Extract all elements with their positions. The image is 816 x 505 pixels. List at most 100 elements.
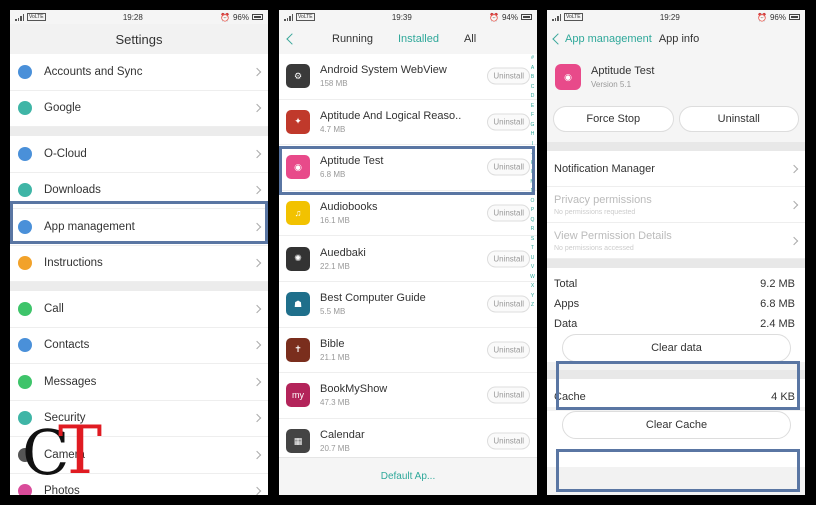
- settings-item-messages[interactable]: Messages: [10, 364, 268, 401]
- clear-data-button[interactable]: Clear data: [562, 334, 791, 362]
- chevron-right-icon: [252, 377, 262, 386]
- battery-percent: 96%: [232, 12, 249, 22]
- headphones-icon: ♫: [286, 201, 310, 226]
- alphabet-letter[interactable]: L: [530, 168, 535, 178]
- uninstall-button[interactable]: Uninstall: [487, 113, 530, 131]
- tab-running[interactable]: Running: [332, 33, 373, 45]
- app-list-item[interactable]: ☗ Best Computer Guide 5.5 MB Uninstall: [279, 281, 537, 328]
- status-bar: VoLTE 19:29 ⏰ 96%: [547, 10, 805, 24]
- app-list-item[interactable]: ◉ Aptitude Test 6.8 MB Uninstall: [279, 145, 537, 191]
- settings-item-label: Google: [44, 102, 82, 115]
- divider: [10, 282, 268, 291]
- app-list-item[interactable]: my BookMyShow 47.3 MB Uninstall: [279, 373, 537, 419]
- uninstall-button[interactable]: Uninstall: [487, 386, 530, 404]
- alphabet-letter[interactable]: O: [530, 197, 535, 207]
- divider: [547, 142, 805, 151]
- settings-item-o-cloud[interactable]: O-Cloud: [10, 136, 268, 173]
- uninstall-button[interactable]: Uninstall: [487, 67, 530, 85]
- info-row-privacy-permissions: Privacy permissions No permissions reques…: [547, 187, 805, 223]
- chevron-right-icon: [252, 104, 262, 113]
- settings-item-label: Contacts: [44, 339, 90, 352]
- settings-item-app-management[interactable]: App management: [10, 209, 268, 246]
- alphabet-index[interactable]: # A B C D E F G H I J K L M N O P Q R S T U V W X Y Z: [530, 54, 535, 311]
- back-icon[interactable]: [552, 33, 564, 45]
- alphabet-letter[interactable]: J: [530, 149, 535, 159]
- app-list-item[interactable]: ⚙ Android System WebView 158 MB Uninstall: [279, 54, 537, 100]
- alphabet-letter[interactable]: C: [530, 83, 535, 93]
- tab-installed[interactable]: Installed: [398, 33, 439, 45]
- chevron-right-icon: [252, 450, 262, 459]
- alphabet-letter[interactable]: S: [530, 235, 535, 245]
- uninstall-button[interactable]: Uninstall: [487, 250, 530, 268]
- app-list-item[interactable]: ✦ Aptitude And Logical Reaso.. 4.7 MB Unins…: [279, 99, 537, 146]
- page-title: App info: [658, 33, 700, 45]
- chevron-right-icon: [252, 186, 262, 195]
- app-name: Best Computer Guide: [320, 292, 426, 305]
- default-apps-button[interactable]: Default Ap...: [279, 457, 537, 495]
- alphabet-letter[interactable]: R: [530, 225, 535, 235]
- uninstall-button[interactable]: Uninstall: [487, 341, 530, 359]
- alphabet-letter[interactable]: B: [530, 73, 535, 83]
- storage-line: Apps 6.8 MB: [554, 294, 795, 314]
- alphabet-letter[interactable]: G: [530, 121, 535, 131]
- action-buttons: Force Stop Uninstall: [547, 100, 805, 142]
- aptitude-test-icon: ◉: [286, 155, 310, 180]
- storage-value: 2.4 MB: [760, 318, 795, 330]
- alphabet-letter[interactable]: E: [530, 102, 535, 112]
- alphabet-letter[interactable]: X: [530, 282, 535, 292]
- alphabet-letter[interactable]: A: [530, 64, 535, 74]
- alphabet-letter[interactable]: T: [530, 244, 535, 254]
- settings-item-contacts[interactable]: Contacts: [10, 328, 268, 364]
- app-info-header: App management App info: [547, 24, 805, 54]
- alphabet-letter[interactable]: I: [530, 140, 535, 150]
- info-row-notification-manager[interactable]: Notification Manager: [547, 151, 805, 187]
- alarm-icon: ⏰: [220, 12, 230, 22]
- breadcrumb[interactable]: App management: [565, 33, 652, 45]
- alphabet-letter[interactable]: Q: [530, 216, 535, 226]
- alphabet-letter[interactable]: #: [530, 54, 535, 64]
- uninstall-button[interactable]: Uninstall: [487, 432, 530, 450]
- settings-item-google[interactable]: Google: [10, 91, 268, 127]
- app-list-item[interactable]: ✺ Auedbaki 22.1 MB Uninstall: [279, 236, 537, 282]
- back-icon[interactable]: [286, 33, 298, 45]
- battery-percent: 94%: [501, 12, 518, 22]
- signal-icon: [284, 13, 293, 21]
- force-stop-button[interactable]: Force Stop: [553, 106, 674, 132]
- alarm-icon: ⏰: [757, 12, 767, 22]
- settings-group: Google: [10, 90, 268, 127]
- app-list-item[interactable]: ✝ Bible 21.1 MB Uninstall: [279, 327, 537, 374]
- settings-item-accounts-and-sync[interactable]: Accounts and Sync: [10, 54, 268, 91]
- settings-item-instructions[interactable]: Instructions: [10, 246, 268, 282]
- alphabet-letter[interactable]: N: [530, 187, 535, 197]
- uninstall-button[interactable]: Uninstall: [678, 106, 799, 132]
- alphabet-letter[interactable]: F: [530, 111, 535, 121]
- alphabet-letter[interactable]: P: [530, 206, 535, 216]
- alphabet-letter[interactable]: D: [530, 92, 535, 102]
- clear-cache-button[interactable]: Clear Cache: [562, 411, 791, 439]
- alphabet-letter[interactable]: H: [530, 130, 535, 140]
- info-row-subtitle: No permissions requested: [554, 208, 636, 216]
- uninstall-button[interactable]: Uninstall: [487, 158, 530, 176]
- signal-icon: [552, 13, 561, 21]
- cache-value: 4 KB: [771, 391, 795, 403]
- alphabet-letter[interactable]: K: [530, 159, 535, 169]
- settings-item-label: O-Cloud: [44, 147, 87, 160]
- alphabet-letter[interactable]: Y: [530, 292, 535, 302]
- alphabet-letter[interactable]: W: [530, 273, 535, 283]
- tab-all[interactable]: All: [464, 33, 476, 45]
- alphabet-letter[interactable]: V: [530, 263, 535, 273]
- settings-item-label: Accounts and Sync: [44, 65, 143, 78]
- alphabet-letter[interactable]: M: [530, 178, 535, 188]
- chevron-right-icon: [252, 414, 262, 423]
- storage-label: Total: [554, 278, 578, 290]
- alphabet-letter[interactable]: U: [530, 254, 535, 264]
- app-list-item[interactable]: ♫ Audiobooks 16.1 MB Uninstall: [279, 190, 537, 237]
- settings-item-call[interactable]: Call: [10, 291, 268, 328]
- settings-item-downloads[interactable]: Downloads: [10, 173, 268, 209]
- apps-icon: [18, 219, 32, 234]
- uninstall-button[interactable]: Uninstall: [487, 204, 530, 222]
- bible-icon: ✝: [286, 337, 310, 362]
- cache-label: Cache: [554, 391, 586, 403]
- alphabet-letter[interactable]: Z: [530, 301, 535, 311]
- uninstall-button[interactable]: Uninstall: [487, 295, 530, 313]
